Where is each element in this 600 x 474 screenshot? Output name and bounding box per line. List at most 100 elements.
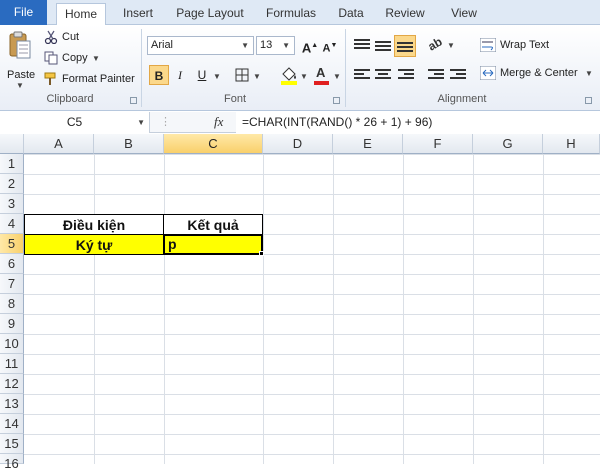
- shrink-font-button[interactable]: A▼: [320, 36, 340, 56]
- column-gridline: [164, 154, 165, 464]
- font-name-select[interactable]: Arial ▼: [147, 36, 254, 55]
- tab-data[interactable]: Data: [334, 3, 368, 25]
- paste-dropdown-icon[interactable]: ▼: [16, 81, 24, 90]
- cell-a5-merged[interactable]: Ký tự: [24, 234, 164, 255]
- column-gridline: [543, 154, 544, 464]
- clipboard-dialog-launcher[interactable]: [130, 97, 137, 104]
- column-header[interactable]: B: [94, 134, 164, 154]
- column-gridline: [263, 154, 264, 464]
- row-header[interactable]: 7: [0, 274, 24, 294]
- group-divider: [141, 29, 142, 107]
- row-header[interactable]: 13: [0, 394, 24, 414]
- row-header[interactable]: 12: [0, 374, 24, 394]
- row-header[interactable]: 9: [0, 314, 24, 334]
- bold-button[interactable]: B: [149, 65, 169, 85]
- scissors-icon: [44, 30, 58, 44]
- increase-indent-icon[interactable]: [450, 69, 466, 83]
- borders-button[interactable]: ▼: [235, 67, 265, 85]
- chevron-down-icon: ▼: [253, 72, 261, 81]
- cut-button[interactable]: Cut: [44, 29, 104, 47]
- cell-area[interactable]: [24, 154, 600, 464]
- name-box[interactable]: C5 ▼: [0, 112, 150, 133]
- tab-insert[interactable]: Insert: [118, 3, 158, 25]
- middle-align-icon[interactable]: [375, 39, 391, 53]
- row-header[interactable]: 6: [0, 254, 24, 274]
- column-header[interactable]: A: [24, 134, 94, 154]
- row-header[interactable]: 1: [0, 154, 24, 174]
- underline-dropdown-icon[interactable]: ▼: [213, 72, 221, 81]
- row-header[interactable]: 15: [0, 434, 24, 454]
- tab-page-layout[interactable]: Page Layout: [172, 3, 248, 25]
- font-group-label: Font: [223, 93, 246, 105]
- chevron-down-icon: ▼: [137, 118, 145, 127]
- top-align-icon[interactable]: [354, 39, 370, 53]
- tab-file[interactable]: File: [0, 0, 47, 25]
- column-header[interactable]: H: [543, 134, 600, 154]
- insert-function-icon[interactable]: fx: [214, 114, 223, 130]
- alignment-dialog-launcher[interactable]: [585, 97, 592, 104]
- worksheet-grid: A B C D E F G H 1 2 3 4 5 6 7 8 9 10 11 …: [0, 134, 600, 471]
- column-header[interactable]: G: [473, 134, 543, 154]
- row-header[interactable]: 11: [0, 354, 24, 374]
- underline-button[interactable]: U: [192, 65, 212, 85]
- row-header[interactable]: 5: [0, 234, 24, 254]
- row-header[interactable]: 14: [0, 414, 24, 434]
- grow-font-icon: A: [301, 40, 312, 56]
- row-header[interactable]: 3: [0, 194, 24, 214]
- row-header[interactable]: 16: [0, 454, 24, 471]
- formula-bar-grip-icon: ⋮: [160, 116, 171, 128]
- ribbon: Paste ▼ Cut Copy ▼ Format Painter Clipbo…: [0, 25, 600, 111]
- orientation-button[interactable]: ab ▼: [425, 34, 458, 56]
- column-header[interactable]: D: [263, 134, 333, 154]
- cell-c5-selected[interactable]: p: [163, 234, 263, 255]
- tab-formulas[interactable]: Formulas: [262, 3, 320, 25]
- alignment-group-label: Alignment: [437, 93, 487, 105]
- select-all-corner[interactable]: [0, 134, 24, 154]
- column-header[interactable]: F: [403, 134, 473, 154]
- row-header[interactable]: 10: [0, 334, 24, 354]
- fill-color-button[interactable]: ▼: [280, 65, 310, 87]
- font-dialog-launcher[interactable]: [333, 97, 340, 104]
- decrease-indent-icon[interactable]: [428, 69, 444, 83]
- chevron-down-icon: ▼: [282, 41, 290, 50]
- row-header[interactable]: 2: [0, 174, 24, 194]
- column-header[interactable]: E: [333, 134, 403, 154]
- copy-dropdown-icon[interactable]: ▼: [92, 54, 100, 63]
- copy-button[interactable]: Copy ▼: [44, 50, 104, 68]
- name-box-value: C5: [66, 115, 83, 129]
- paste-button[interactable]: Paste ▼: [4, 29, 36, 91]
- fill-handle[interactable]: [259, 251, 264, 256]
- italic-button[interactable]: I: [170, 65, 190, 85]
- cell-c4[interactable]: Kết quả: [163, 214, 263, 235]
- row-header[interactable]: 8: [0, 294, 24, 314]
- align-right-icon[interactable]: [398, 69, 414, 83]
- font-size-select[interactable]: 13 ▼: [256, 36, 295, 55]
- cut-label: Cut: [62, 31, 80, 43]
- clipboard-group-label: Clipboard: [46, 93, 94, 105]
- cell-a4-merged[interactable]: Điều kiện: [24, 214, 164, 235]
- tab-home[interactable]: Home: [56, 3, 106, 26]
- tab-view[interactable]: View: [446, 3, 482, 25]
- chevron-down-icon: ▼: [300, 72, 308, 81]
- format-painter-icon: [44, 72, 56, 85]
- align-left-icon[interactable]: [354, 69, 370, 83]
- font-color-button[interactable]: A ▼: [313, 65, 343, 87]
- paste-icon: [9, 31, 31, 59]
- font-size-value: 13: [260, 39, 273, 51]
- grow-font-button[interactable]: A▲: [300, 36, 320, 56]
- formula-input[interactable]: =CHAR(INT(RAND() * 26 + 1) + 96): [236, 112, 600, 133]
- column-header[interactable]: C: [164, 134, 263, 154]
- format-painter-button[interactable]: Format Painter: [44, 71, 136, 89]
- align-center-icon[interactable]: [375, 69, 391, 83]
- wrap-text-button[interactable]: Wrap Text: [480, 37, 560, 55]
- font-name-value: Arial: [151, 39, 174, 51]
- column-gridline: [403, 154, 404, 464]
- column-gridline: [94, 154, 95, 464]
- paste-label: Paste: [7, 69, 36, 81]
- ribbon-tabs: File Home Insert Page Layout Formulas Da…: [0, 0, 600, 26]
- merge-center-button[interactable]: Merge & Center ▼: [480, 65, 595, 83]
- bottom-align-button[interactable]: [394, 35, 416, 57]
- row-header[interactable]: 4: [0, 214, 24, 234]
- tab-review[interactable]: Review: [382, 3, 428, 25]
- wrap-text-label: Wrap Text: [500, 39, 550, 51]
